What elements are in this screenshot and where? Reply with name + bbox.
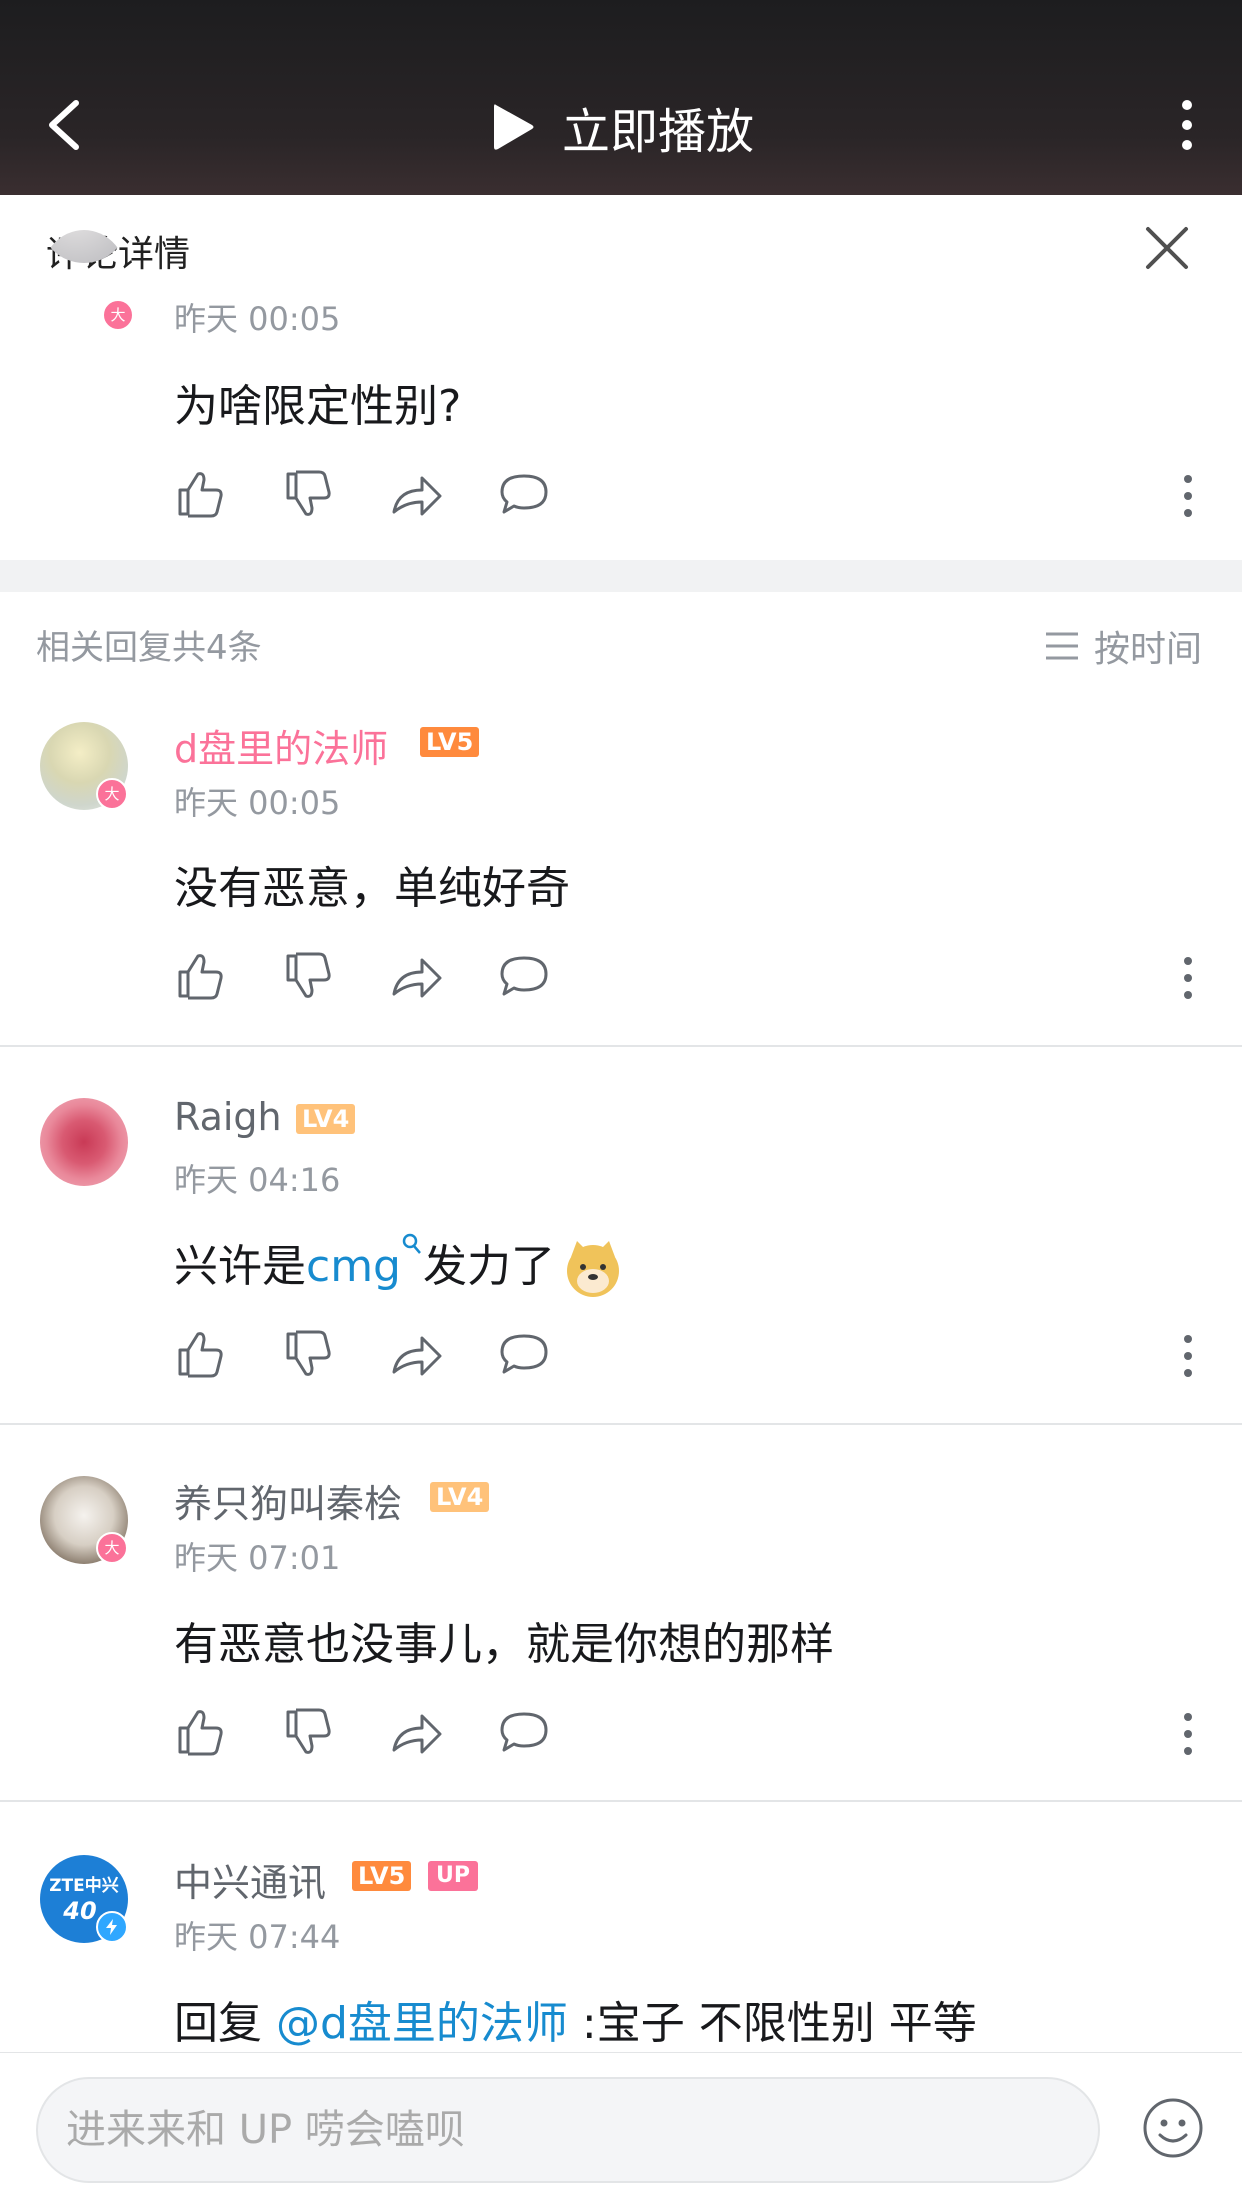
like-icon[interactable]	[174, 950, 226, 1002]
more-vertical-icon[interactable]	[1182, 1712, 1194, 1756]
vip-badge-icon: 大	[102, 299, 134, 331]
more-vertical-icon[interactable]	[1172, 95, 1202, 155]
reply-actions	[174, 1706, 1194, 1766]
username[interactable]: Raigh	[174, 1095, 282, 1139]
reply-icon[interactable]	[498, 468, 550, 520]
comment-input-bar: 进来来和 UP 唠会嗑呗	[0, 2052, 1242, 2209]
emoji-icon[interactable]	[1142, 2097, 1204, 2159]
search-link[interactable]: cmg	[306, 1241, 401, 1292]
reply-content: 有恶意也没事儿，就是你想的那样	[174, 1619, 834, 1670]
doge-emoji-icon	[566, 1241, 619, 1297]
reply-time: 昨天 04:16	[174, 1161, 341, 1199]
more-vertical-icon[interactable]	[1182, 956, 1194, 1000]
up-tag: UP	[428, 1861, 478, 1891]
vip-badge-icon: 大	[96, 1532, 128, 1564]
comment-actions	[174, 468, 1194, 528]
more-vertical-icon[interactable]	[1182, 474, 1194, 518]
share-icon[interactable]	[390, 468, 442, 520]
reply-icon[interactable]	[498, 950, 550, 1002]
replies-count: 相关回复共4条	[36, 628, 262, 668]
username[interactable]: d盘里的法师	[174, 718, 388, 773]
reply-time: 昨天 00:05	[174, 784, 341, 822]
like-icon[interactable]	[174, 1706, 226, 1758]
reply-actions	[174, 950, 1194, 1010]
divider	[0, 1423, 1242, 1425]
share-icon[interactable]	[390, 950, 442, 1002]
reply-time: 昨天 07:44	[174, 1918, 341, 1956]
comment-detail-header: 评论详情	[0, 195, 1242, 295]
avatar[interactable]: ZTE中兴 40	[40, 1855, 128, 1943]
vip-badge-icon: 大	[96, 778, 128, 810]
like-icon[interactable]	[174, 1328, 226, 1380]
avatar[interactable]: 大	[40, 1476, 128, 1564]
close-icon[interactable]	[1144, 225, 1190, 271]
comment-input[interactable]: 进来来和 UP 唠会嗑呗	[36, 2077, 1100, 2183]
comment-time: 昨天 00:05	[174, 300, 341, 338]
reply-icon[interactable]	[498, 1328, 550, 1380]
avatar[interactable]: 大	[40, 722, 128, 810]
avatar-brand-text: ZTE中兴	[49, 1876, 119, 1896]
back-arrow-icon[interactable]	[40, 95, 90, 155]
share-icon[interactable]	[390, 1706, 442, 1758]
official-bolt-icon	[96, 1911, 128, 1943]
divider	[0, 1045, 1242, 1047]
dislike-icon[interactable]	[282, 950, 334, 1002]
sort-label: 按时间	[1093, 629, 1202, 670]
dislike-icon[interactable]	[282, 468, 334, 520]
level-badge: LV5	[352, 1861, 412, 1891]
avatar[interactable]	[40, 1098, 128, 1186]
reply-content: 回复 @d盘里的法师 :宝子 不限性别 平等	[174, 1987, 977, 2051]
share-icon[interactable]	[390, 1328, 442, 1380]
reply-icon[interactable]	[498, 1706, 550, 1758]
reply-text: 发力了	[422, 1241, 555, 1292]
username[interactable]: 养只狗叫秦桧	[174, 1473, 402, 1528]
section-divider	[0, 560, 1242, 592]
dislike-icon[interactable]	[282, 1328, 334, 1380]
comment-content: 为啥限定性别?	[174, 381, 462, 432]
username[interactable]: 中兴通讯	[174, 1852, 326, 1907]
sort-list-icon	[1045, 632, 1078, 660]
like-icon[interactable]	[174, 468, 226, 520]
level-badge: LV5	[420, 727, 480, 757]
reply-actions	[174, 1328, 1194, 1388]
dislike-icon[interactable]	[282, 1706, 334, 1758]
play-now-button[interactable]: 立即播放	[490, 92, 754, 162]
reply-time: 昨天 07:01	[174, 1539, 341, 1577]
reply-text: 回复	[174, 1998, 276, 2049]
reply-text: 兴许是	[174, 1241, 306, 1292]
level-badge: LV4	[296, 1104, 356, 1134]
video-top-bar: 立即播放	[0, 0, 1242, 195]
more-vertical-icon[interactable]	[1182, 1334, 1194, 1378]
reply-text: :宝子 不限性别 平等	[567, 1998, 977, 2049]
mention-link[interactable]: @d盘里的法师	[276, 1998, 568, 2049]
play-now-label: 立即播放	[562, 104, 755, 160]
reply-content: 兴许是cmg 发力了	[174, 1230, 623, 1299]
sort-by-time-button[interactable]: 按时间	[1044, 620, 1202, 672]
search-icon[interactable]	[401, 1232, 423, 1258]
play-icon	[494, 104, 534, 150]
level-badge: LV4	[430, 1482, 490, 1512]
divider	[0, 1800, 1242, 1802]
reply-content: 没有恶意，单纯好奇	[174, 863, 570, 914]
